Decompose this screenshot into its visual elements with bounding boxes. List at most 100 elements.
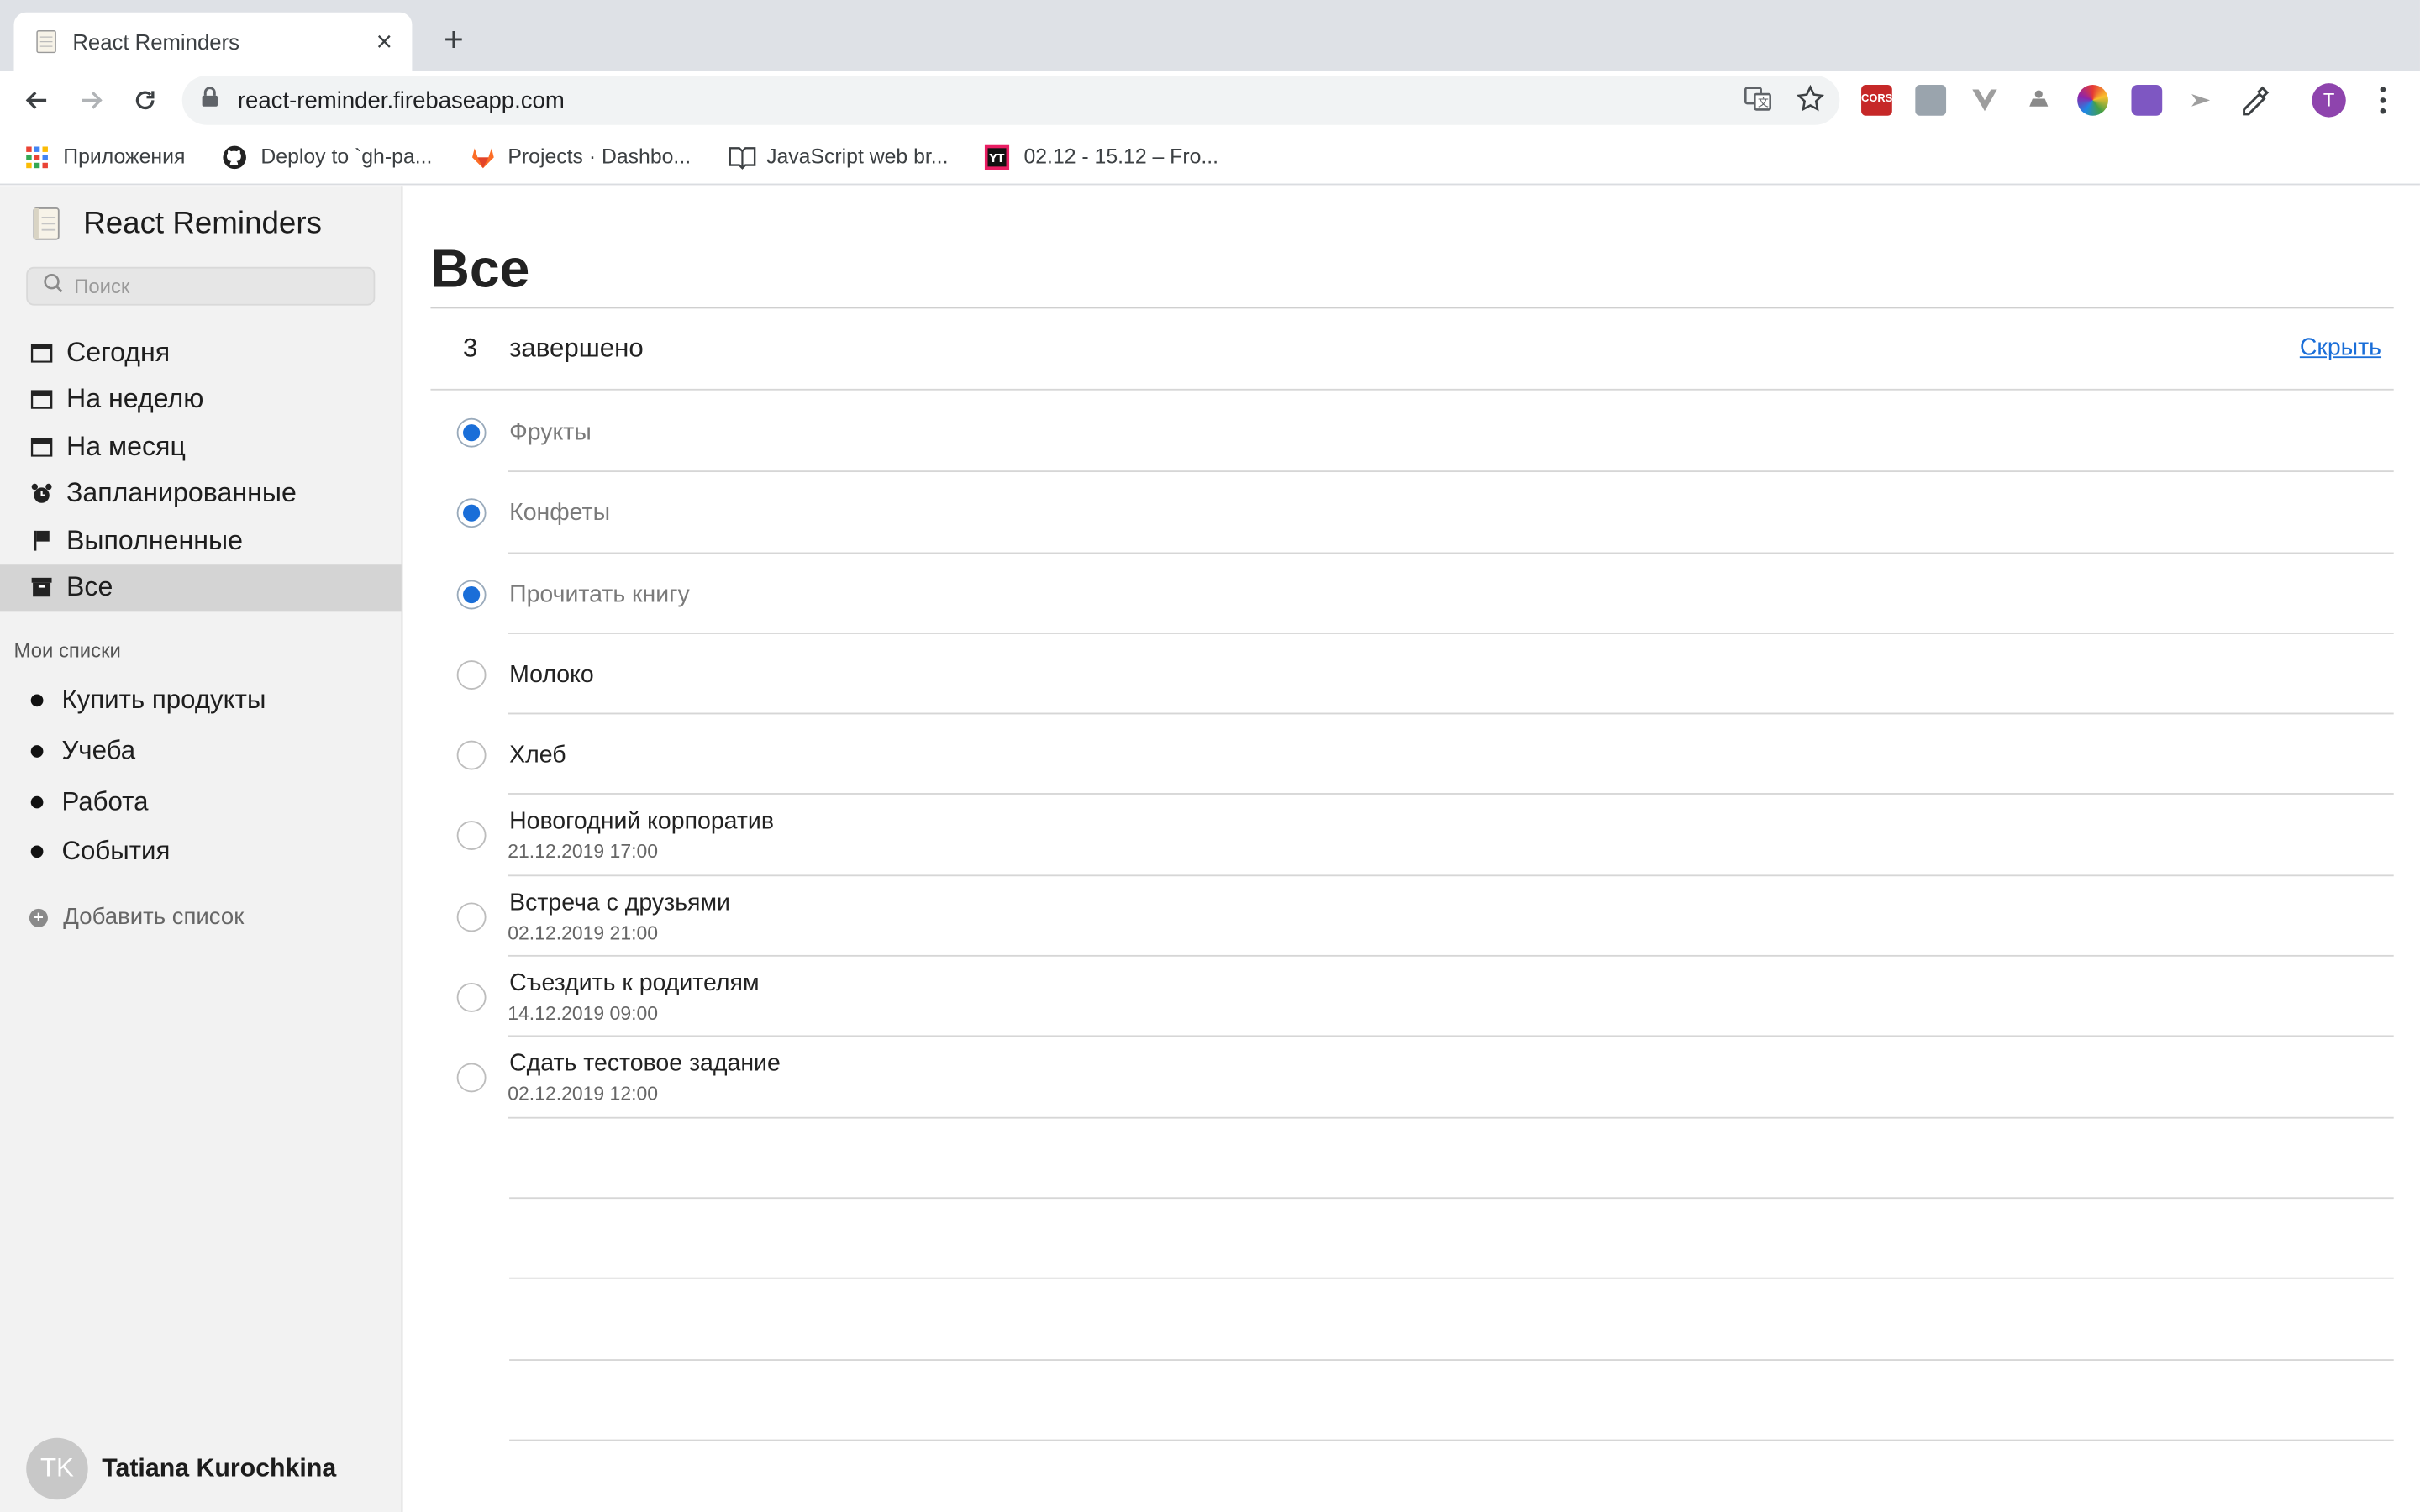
nav-item-completed[interactable]: Выполненные	[0, 517, 402, 564]
list-item-groceries[interactable]: Купить продукты	[30, 675, 266, 726]
nav-item-label: Выполненные	[66, 524, 243, 555]
bookmark-projects[interactable]: Projects · Dashbo...	[469, 144, 691, 169]
reminder-item[interactable]: Встреча с друзьями 02.12.2019 21:00	[430, 876, 2394, 957]
reminder-checkbox[interactable]	[456, 983, 487, 1013]
reminder-checkbox[interactable]	[456, 902, 487, 932]
reminder-item[interactable]: Конфеты	[430, 473, 2394, 554]
reminder-body: Прочитать книгу	[508, 554, 2394, 634]
user-avatar: TK	[26, 1437, 88, 1500]
lock-icon	[201, 86, 219, 115]
empty-reminder-row[interactable]	[509, 1279, 2394, 1361]
bookmark-label: 02.12 - 15.12 – Fro...	[1023, 144, 1219, 169]
reminder-checkbox[interactable]	[456, 579, 487, 609]
list-item-study[interactable]: Учеба	[30, 727, 266, 777]
list-item-events[interactable]: События	[30, 827, 266, 878]
reminder-item[interactable]: Фрукты	[430, 392, 2394, 473]
reminder-checkbox[interactable]	[456, 659, 487, 690]
bookmarks-bar: Приложения Deploy to `gh-pa... Projects …	[0, 129, 2420, 186]
notepad-favicon-icon	[35, 29, 57, 54]
bookmark-label: Deploy to `gh-pa...	[260, 144, 433, 169]
empty-reminder-row[interactable]	[509, 1118, 2394, 1200]
nav-item-today[interactable]: Сегодня	[0, 328, 402, 375]
reminder-body: Фрукты	[508, 392, 2394, 473]
vue-devtools-icon[interactable]	[1970, 85, 2001, 116]
reminder-checkbox[interactable]	[456, 1063, 487, 1094]
reminder-item[interactable]: Новогодний корпоратив 21.12.2019 17:00	[430, 795, 2394, 876]
profile-extension-icon[interactable]	[1915, 85, 1947, 116]
plus-circle-icon: +	[29, 907, 48, 927]
new-tab-button[interactable]: +	[435, 21, 472, 59]
reminder-checkbox[interactable]	[456, 740, 487, 770]
browser-tab[interactable]: React Reminders ×	[13, 12, 413, 71]
reminder-title[interactable]: Хлеб	[509, 743, 566, 770]
user-profile[interactable]: TK Tatiana Kurochkina	[26, 1437, 336, 1500]
alarm-clock-icon	[29, 482, 53, 506]
reminder-body: Сдать тестовое задание 02.12.2019 12:00	[508, 1037, 2394, 1119]
reminder-item[interactable]: Сдать тестовое задание 02.12.2019 12:00	[430, 1037, 2394, 1119]
reminder-title[interactable]: Съездить к родителям	[509, 970, 759, 998]
reminder-title[interactable]: Сдать тестовое задание	[509, 1051, 781, 1079]
reminder-due-date: 02.12.2019 12:00	[508, 1084, 659, 1105]
hide-completed-link[interactable]: Скрыть	[2300, 335, 2381, 363]
reminder-body: Хлеб	[508, 715, 2394, 795]
reminder-body: Новогодний корпоратив 21.12.2019 17:00	[508, 795, 2394, 876]
list-item-work[interactable]: Работа	[30, 777, 266, 827]
color-picker-icon[interactable]	[2077, 85, 2108, 116]
redux-devtools-icon[interactable]	[2131, 85, 2163, 116]
reminder-title[interactable]: Встреча с друзьями	[509, 890, 730, 917]
reminder-title[interactable]: Молоко	[509, 662, 594, 690]
reload-icon[interactable]	[124, 79, 166, 122]
empty-reminder-row[interactable]	[509, 1199, 2394, 1280]
tab-title: React Reminders	[72, 29, 239, 55]
search-box[interactable]	[26, 266, 376, 306]
url-text: react-reminder.firebaseapp.com	[237, 87, 565, 113]
bookmark-star-icon[interactable]	[1796, 84, 1825, 120]
forward-arrow-icon[interactable]	[70, 79, 113, 122]
reminder-title[interactable]: Конфеты	[509, 501, 610, 528]
bookmark-youtrack[interactable]: YT 02.12 - 15.12 – Fro...	[985, 144, 1219, 170]
address-bar[interactable]: react-reminder.firebaseapp.com 文	[182, 75, 1840, 125]
bookmark-deploy[interactable]: Deploy to `gh-pa...	[222, 144, 432, 169]
nav-item-week[interactable]: На неделю	[0, 375, 402, 423]
profile-avatar[interactable]: T	[2312, 83, 2346, 118]
nav-item-label: Запланированные	[66, 476, 297, 508]
list-color-dot	[30, 795, 44, 808]
notepad-icon	[31, 205, 62, 242]
completed-summary: 3 завершено Скрыть	[430, 308, 2394, 391]
back-arrow-icon[interactable]	[15, 79, 58, 122]
list-color-dot	[30, 745, 44, 758]
nav-item-month[interactable]: На месяц	[0, 423, 402, 470]
reminder-item[interactable]: Молоко	[430, 634, 2394, 715]
reminder-item[interactable]: Съездить к родителям 14.12.2019 09:00	[430, 957, 2394, 1037]
cors-extension-icon[interactable]: CORS	[1861, 85, 1892, 116]
reminder-body: Встреча с друзьями 02.12.2019 21:00	[508, 876, 2394, 957]
translate-icon[interactable]: 文	[1744, 85, 1771, 120]
reminder-title[interactable]: Новогодний корпоратив	[509, 809, 774, 837]
reminder-title[interactable]: Фрукты	[509, 420, 592, 448]
nav-item-label: На месяц	[66, 429, 186, 461]
more-menu-icon[interactable]	[2374, 83, 2392, 117]
add-list-button[interactable]: + Добавить список	[29, 904, 244, 931]
paint-extension-icon[interactable]	[2239, 85, 2270, 116]
bookmark-apps[interactable]: Приложения	[24, 144, 185, 169]
my-lists: Купить продукты Учеба Работа События	[30, 675, 266, 878]
empty-reminder-row[interactable]	[509, 1360, 2394, 1441]
close-tab-icon[interactable]: ×	[372, 28, 397, 55]
book-icon	[728, 144, 755, 169]
reminder-checkbox[interactable]	[456, 822, 487, 851]
reminder-title[interactable]: Прочитать книгу	[509, 581, 690, 609]
list-color-dot	[30, 846, 44, 858]
extension-icon[interactable]	[2186, 85, 2217, 116]
extension-icon[interactable]	[2023, 85, 2054, 116]
my-lists-heading: Мои списки	[13, 638, 121, 662]
reminder-item[interactable]: Хлеб	[430, 715, 2394, 795]
app-header: React Reminders	[31, 205, 322, 242]
reminder-item[interactable]: Прочитать книгу	[430, 554, 2394, 634]
reminder-checkbox[interactable]	[456, 498, 487, 528]
bookmark-javascript[interactable]: JavaScript web br...	[728, 144, 948, 169]
reminder-checkbox[interactable]	[456, 417, 487, 448]
nav-item-scheduled[interactable]: Запланированные	[0, 470, 402, 517]
search-input[interactable]	[74, 274, 368, 298]
svg-text:YT: YT	[989, 152, 1005, 165]
nav-item-all[interactable]: Все	[0, 564, 402, 612]
